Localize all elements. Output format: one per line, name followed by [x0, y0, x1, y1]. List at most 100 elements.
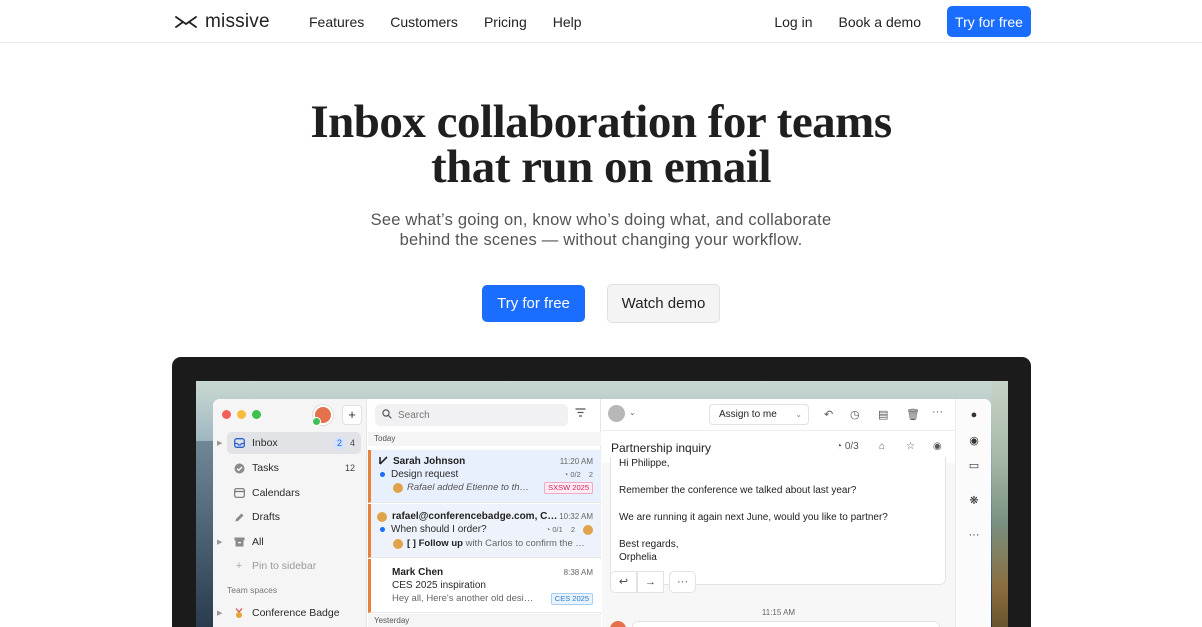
conv-meta: ◔ 0/1 2 [545, 524, 593, 535]
tasks-indicator[interactable]: ◔ 0/3 [836, 441, 859, 452]
conv-from: Sarah Johnson [393, 456, 466, 467]
archive-icon[interactable]: ▤ [878, 408, 888, 421]
task-progress: ◔ 0/2 [563, 470, 581, 479]
participants-avatar[interactable] [608, 405, 625, 422]
calendar-icon[interactable]: ▭ [956, 459, 991, 472]
pin-to-sidebar-label: Pin to sidebar [252, 560, 317, 572]
task-progress-value: 0/2 [570, 470, 581, 479]
hero-try-free-button[interactable]: Try for free [482, 285, 585, 322]
right-rail: ● ◉ ▭ ❋ ··· [955, 399, 991, 627]
eye-icon[interactable]: ◉ [933, 441, 942, 452]
minimize-dot-icon[interactable] [237, 410, 246, 419]
maximize-dot-icon[interactable] [252, 410, 261, 419]
undo-icon[interactable]: ↶ [824, 408, 833, 421]
forward-arrow-icon[interactable]: → [637, 571, 664, 593]
more-icon[interactable]: ··· [669, 571, 696, 593]
chevron-down-icon[interactable]: ⌄ [795, 410, 802, 419]
chevron-down-icon[interactable]: ⌄ [629, 408, 636, 417]
watch-demo-button[interactable]: Watch demo [607, 284, 720, 323]
more-icon[interactable]: ··· [956, 529, 991, 541]
sidebar-item-all[interactable]: All [227, 531, 361, 553]
user-avatar[interactable] [312, 405, 333, 426]
top-nav: missive Features Customers Pricing Help … [0, 0, 1202, 43]
conv-time: 10:32 AM [559, 512, 593, 521]
wallpaper-right [992, 381, 1008, 627]
nav-link-help[interactable]: Help [553, 14, 582, 30]
conv-preview: [ ] Follow up with Carlos to confirm the… [407, 538, 585, 549]
assign-to-me-button[interactable]: Assign to me ⌄ [709, 404, 809, 425]
book-demo-link[interactable]: Book a demo [839, 14, 922, 30]
list-item[interactable]: Sarah Johnson 11:20 AM Design request ◔ … [368, 450, 601, 503]
unread-badge: 2 [333, 437, 345, 449]
conv-subject: Design request [391, 469, 459, 480]
app-window: + ▶ Inbox 2 4 Tasks 12 Calendars Drafts … [213, 399, 991, 627]
email-message: Hi Philippe, Remember the conference we … [610, 457, 946, 585]
nav-links: Features Customers Pricing Help [309, 14, 608, 30]
conv-tag[interactable]: CES 2025 [550, 592, 593, 605]
logo[interactable]: missive [175, 11, 270, 33]
sidebar-item-label: All [252, 536, 264, 548]
tasks-count-value: 12 [344, 463, 355, 473]
nav-actions: Log in Book a demo Try for free [774, 6, 1031, 37]
tag-icon[interactable]: ⌂ [879, 441, 885, 452]
conv-subject: When should I order? [391, 524, 487, 535]
task-progress-value: 0/1 [552, 525, 563, 534]
assignee-avatar [393, 538, 403, 549]
conv-time: 8:38 AM [563, 568, 593, 577]
sidebar-item-drafts[interactable]: Drafts [227, 506, 361, 528]
search-placeholder: Search [398, 409, 430, 421]
assignee-avatar [583, 524, 593, 535]
archive-icon [232, 535, 246, 549]
list-item[interactable]: Mark Chen 8:38 AM CES 2025 inspiration H… [368, 559, 601, 613]
sidebar-item-label: Drafts [252, 511, 281, 523]
sidebar-item-calendars[interactable]: Calendars [227, 482, 361, 504]
sidebar-item-label: Tasks [252, 462, 279, 474]
email-sign-1: Best regards, [619, 539, 679, 550]
nav-link-features[interactable]: Features [309, 14, 364, 30]
pin-to-sidebar-button[interactable]: + Pin to sidebar [227, 555, 361, 577]
sidebar-item-conference-badge[interactable]: Conference Badge [227, 602, 361, 624]
clock-icon[interactable]: ◷ [850, 408, 860, 421]
hero-subtitle-line-2: behind the scenes — without changing you… [399, 231, 803, 249]
sidebar-item-inbox[interactable]: Inbox 2 4 [227, 432, 361, 454]
conv-meta: ◔ 0/2 2 [564, 470, 593, 479]
caret-right-icon[interactable]: ▶ [217, 538, 222, 546]
reply-icon[interactable]: ↩ [610, 571, 637, 593]
sidebar-item-tasks[interactable]: Tasks 12 [227, 457, 361, 479]
search-input[interactable]: Search [375, 404, 568, 426]
more-icon[interactable]: ··· [932, 406, 943, 418]
caret-right-icon[interactable]: ▶ [217, 439, 222, 447]
tasks-count: 12 [345, 463, 355, 473]
email-sign-2: Orphelia [619, 552, 657, 563]
reply-count: 2 [588, 470, 593, 479]
conv-preview-rest: with Carlos to confirm the … [462, 538, 585, 549]
search-icon [382, 408, 392, 422]
conversation-detail: ⌄ Assign to me ⌄ ↶ ◷ ▤ 🗑 ··· Partnership… [602, 399, 955, 627]
sidebar: + ▶ Inbox 2 4 Tasks 12 Calendars Drafts … [213, 399, 367, 627]
conv-preview: Hey all, Here's another old desi… [392, 593, 534, 604]
hero-subtitle-line-1: See what’s going on, know who’s doing wh… [370, 211, 832, 229]
ai-icon[interactable]: ❋ [956, 494, 991, 507]
check-circle-icon[interactable]: ◉ [956, 434, 991, 447]
detail-toolbar: ⌄ Assign to me ⌄ ↶ ◷ ▤ 🗑 ··· [602, 399, 955, 431]
nav-link-customers[interactable]: Customers [390, 14, 458, 30]
caret-right-icon[interactable]: ▶ [217, 609, 222, 617]
tasks-indicator-value: 0/3 [844, 441, 859, 452]
list-item[interactable]: rafael@conferencebadge.com, C… 10:32 AM … [368, 504, 601, 558]
email-line-1: Remember the conference we talked about … [619, 485, 857, 496]
total-count: 4 [349, 438, 355, 448]
day-divider-today: Today [368, 432, 601, 446]
reply-actions: ↩ → ··· [610, 571, 696, 593]
hero-title: Inbox collaboration for teams that run o… [0, 99, 1202, 191]
trash-icon[interactable]: 🗑 [906, 408, 920, 421]
task-progress: ◔ 0/1 [545, 525, 563, 534]
filter-icon[interactable] [575, 408, 586, 420]
close-dot-icon[interactable] [222, 410, 231, 419]
conv-tag[interactable]: SXSW 2025 [544, 481, 593, 494]
nav-link-pricing[interactable]: Pricing [484, 14, 527, 30]
login-link[interactable]: Log in [774, 14, 812, 30]
star-icon[interactable]: ☆ [906, 441, 915, 452]
compose-plus-icon[interactable]: + [342, 405, 362, 425]
contact-icon[interactable]: ● [956, 409, 991, 421]
nav-try-free-button[interactable]: Try for free [947, 6, 1031, 37]
